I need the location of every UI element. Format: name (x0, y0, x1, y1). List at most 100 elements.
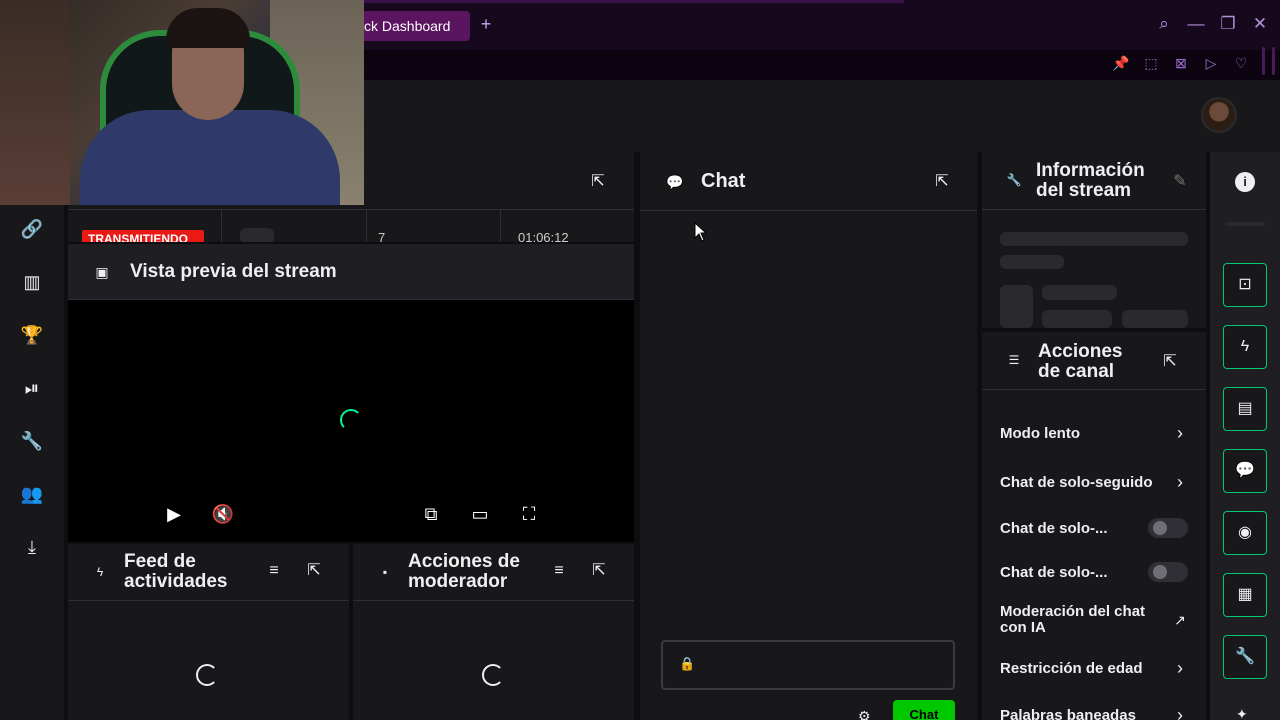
theater-icon[interactable]: ▭ (468, 502, 492, 526)
divider (500, 210, 501, 242)
sliders-icon: ☰ (1008, 353, 1020, 367)
slow-mode-row[interactable]: Modo lento (1000, 425, 1190, 442)
more-icon[interactable]: ✦ (1236, 706, 1254, 720)
preview-icon: ▣ (95, 264, 109, 280)
ext-divider (1262, 47, 1265, 75)
chevron-right-icon[interactable]: › (1170, 472, 1190, 492)
wrench-icon[interactable]: 🔧 (20, 429, 44, 453)
broadcast-icon[interactable]: ◉ (1223, 511, 1267, 555)
clip-icon[interactable]: ▦ (1223, 573, 1267, 617)
download-icon[interactable]: ⤓ (20, 535, 44, 559)
title-strip (364, 0, 904, 3)
chevron-right-icon[interactable]: › (1170, 705, 1190, 720)
popout-icon[interactable]: ⇱ (588, 172, 608, 192)
avatar[interactable] (1201, 97, 1237, 133)
chat-input[interactable]: 🔒 (661, 640, 955, 690)
person-body (80, 110, 340, 205)
webcam-overlay (0, 0, 364, 205)
popout-icon[interactable]: ⇱ (1160, 352, 1180, 372)
popout-icon[interactable]: ⇱ (589, 561, 609, 581)
tab-dashboard[interactable]: ck Dashboard (352, 11, 470, 41)
chart-icon[interactable]: ▥ (20, 270, 44, 294)
lightning-icon: ϟ (96, 565, 104, 579)
skeleton (1000, 232, 1188, 246)
settings-icon[interactable]: ⚙ (858, 708, 874, 720)
pin-icon[interactable]: 📌 (1111, 53, 1131, 73)
loading-spinner (196, 664, 218, 686)
close-window-button[interactable]: ✕ (1250, 14, 1270, 34)
document-icon[interactable]: ▤ (1223, 387, 1267, 431)
skeleton (1000, 285, 1033, 328)
skeleton (1042, 310, 1112, 328)
panel-header: ▪ Acciones de moderador ≡ ⇱ (353, 544, 634, 601)
skeleton (1122, 310, 1188, 328)
chat-icon[interactable]: 💬 (1223, 449, 1267, 493)
play-icon[interactable]: ▶ (162, 502, 186, 526)
chat-send-button[interactable]: Chat (893, 700, 955, 720)
label-line: con IA (1000, 619, 1046, 636)
stream-time: 01:06:12 (518, 230, 569, 242)
heart-icon[interactable]: ♡ (1231, 53, 1251, 73)
restore-button[interactable]: ❐ (1218, 14, 1238, 34)
panel-title: Feed de actividades (124, 552, 228, 592)
filter-icon[interactable]: ≡ (549, 561, 569, 581)
chat-panel: 💬 Chat ⇱ (640, 152, 977, 720)
title-line: Información (1036, 160, 1145, 181)
banned-words-row[interactable]: Palabras baneadas (1000, 707, 1190, 720)
filter-icon[interactable]: ≡ (264, 561, 284, 581)
trophy-icon[interactable]: 🏆 (20, 323, 44, 347)
title-line: de canal (1038, 361, 1115, 382)
panel-header: ☰ Acciones de canal ⇱ (982, 332, 1206, 390)
fullscreen-icon[interactable]: ⛶ (517, 502, 541, 526)
screenshot-icon[interactable]: ⊡ (1223, 263, 1267, 307)
age-restriction-row[interactable]: Restricción de edad (1000, 660, 1190, 677)
subs-only-toggle[interactable] (1148, 518, 1188, 538)
lock-icon: 🔒 (679, 656, 696, 671)
followers-only-row[interactable]: Chat de solo-seguido (1000, 474, 1190, 491)
panel-title: Vista previa del stream (130, 261, 337, 282)
new-tab-button[interactable]: + (478, 14, 494, 34)
emote-only-toggle[interactable] (1148, 562, 1188, 582)
ext-divider (1272, 47, 1275, 75)
mod-actions-panel: ▪ Acciones de moderador ≡ ⇱ (353, 544, 634, 720)
loading-spinner (482, 664, 504, 686)
ai-moderation-row[interactable]: Moderación del chat con IA (1000, 604, 1170, 636)
loading-spinner (340, 409, 362, 431)
send-icon[interactable]: ▷ (1201, 53, 1221, 73)
dashboard-root: ck Dashboard + ⌕ — ❐ ✕ 📌 ⬚ ⊠ ▷ ♡ 🔗 ▥ 🏆 ⏯… (0, 0, 1280, 720)
divider (221, 210, 222, 242)
divider (366, 210, 367, 242)
popout-icon[interactable]: ⇱ (304, 561, 324, 581)
search-icon[interactable]: ⌕ (1154, 14, 1174, 34)
panel-title: Información del stream (1036, 161, 1145, 201)
external-link-icon[interactable]: ↗ (1170, 610, 1190, 630)
stream-stats-row: TRANSMITIENDO 7 01:06:12 (68, 210, 634, 242)
crop-icon[interactable]: ⬚ (1141, 53, 1161, 73)
skeleton (1000, 255, 1064, 269)
title-line: Acciones de (408, 551, 520, 572)
live-badge: TRANSMITIENDO (82, 230, 204, 242)
edit-icon[interactable]: ✎ (1170, 172, 1190, 192)
panel-header: ▣ Vista previa del stream (68, 244, 634, 300)
chevron-right-icon[interactable]: › (1170, 658, 1190, 678)
panel-title: Acciones de moderador (408, 552, 520, 592)
chat-icon: 💬 (666, 174, 684, 190)
block-icon[interactable]: ⊠ (1171, 53, 1191, 73)
viewer-count: 7 (378, 230, 386, 242)
users-icon[interactable]: 👥 (20, 482, 44, 506)
info-icon[interactable]: i (1235, 172, 1255, 192)
minimize-button[interactable]: — (1186, 14, 1206, 34)
shield-icon: ▪ (382, 565, 388, 579)
divider (1225, 222, 1265, 226)
title-line: Acciones (1038, 341, 1123, 362)
title-line: Feed de (124, 551, 196, 572)
video-icon[interactable]: ⏯ (20, 376, 44, 400)
pip-icon[interactable]: ⧉ (419, 502, 443, 526)
wrench-icon[interactable]: 🔧 (1223, 635, 1267, 679)
lightning-icon[interactable]: ϟ (1223, 325, 1267, 369)
mute-icon[interactable]: 🔇 (211, 502, 235, 526)
link-icon[interactable]: 🔗 (20, 217, 44, 241)
title-line: del stream (1036, 180, 1132, 201)
chevron-right-icon[interactable]: › (1170, 423, 1190, 443)
popout-icon[interactable]: ⇱ (932, 172, 952, 192)
